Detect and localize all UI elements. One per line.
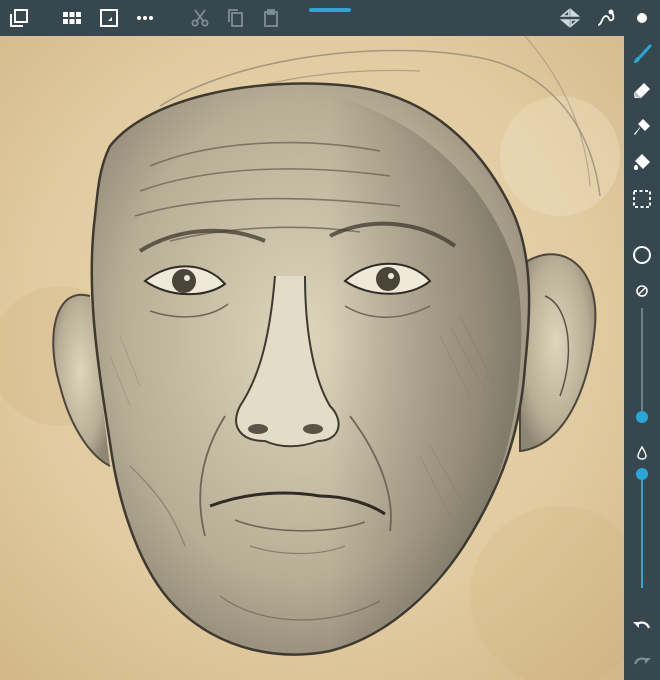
selection-tool-icon[interactable]: [629, 186, 655, 212]
right-tool-sidebar: [624, 36, 660, 680]
more-options-icon[interactable]: [132, 6, 158, 30]
brush-size-slider-track[interactable]: [641, 308, 643, 418]
brush-tool-icon[interactable]: [629, 42, 655, 68]
top-toolbar: [0, 0, 660, 36]
opacity-drop-icon: [629, 440, 655, 466]
brush-size-preview-icon[interactable]: [629, 242, 655, 268]
brush-opacity-slider-track[interactable]: [641, 476, 643, 588]
stroke-path-icon[interactable]: [593, 6, 619, 30]
panel-handle[interactable]: [309, 8, 351, 12]
brush-opacity-slider-knob[interactable]: [636, 468, 648, 480]
smudge-tool-icon[interactable]: [629, 114, 655, 140]
copy-icon[interactable]: [222, 6, 248, 30]
color-dot-icon[interactable]: [629, 6, 655, 30]
symmetry-icon[interactable]: [557, 6, 583, 30]
canvas-resize-icon[interactable]: [96, 6, 122, 30]
eraser-tool-icon[interactable]: [629, 78, 655, 104]
brush-size-slider-knob[interactable]: [636, 411, 648, 423]
layers-icon[interactable]: [6, 6, 32, 30]
grid-menu-icon[interactable]: [59, 6, 85, 30]
fill-tool-icon[interactable]: [629, 149, 655, 175]
undo-icon[interactable]: [629, 614, 655, 640]
redo-icon[interactable]: [629, 650, 655, 676]
cut-icon[interactable]: [187, 6, 213, 30]
drawing-canvas[interactable]: [0, 36, 624, 680]
artwork: [0, 36, 624, 680]
paste-icon[interactable]: [258, 6, 284, 30]
brush-opacity-preview-icon[interactable]: [629, 278, 655, 304]
